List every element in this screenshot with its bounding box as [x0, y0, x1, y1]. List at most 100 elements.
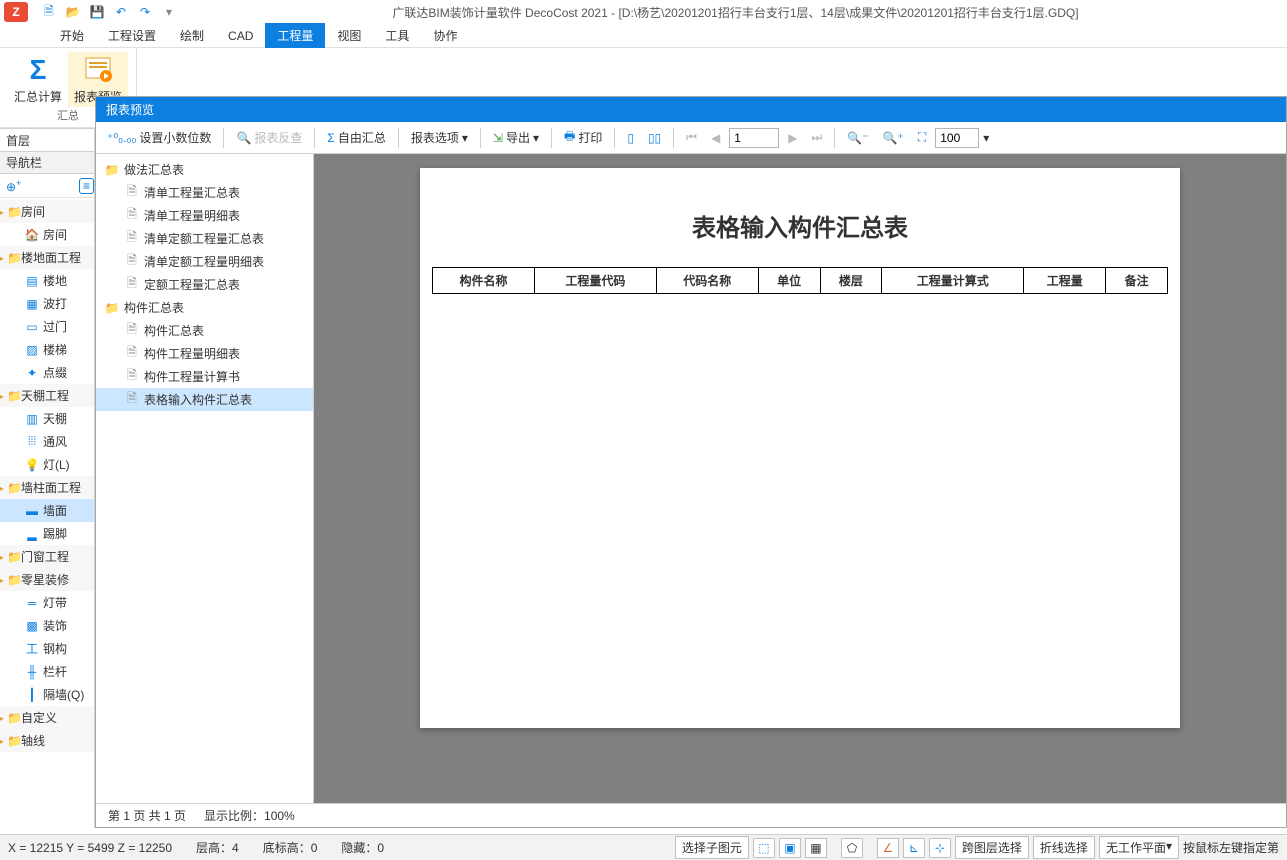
- tab-协作[interactable]: 协作: [421, 23, 469, 48]
- column-header: 工程量: [1024, 268, 1106, 294]
- tab-工具[interactable]: 工具: [373, 23, 421, 48]
- report-tree-item[interactable]: 🗎构件工程量计算书: [96, 365, 313, 388]
- new-file-icon[interactable]: 🗎: [40, 3, 58, 21]
- floor-height-label: 层高：4: [196, 839, 239, 856]
- report-icon: [82, 54, 114, 86]
- tool-icon-3[interactable]: ▦: [805, 838, 827, 858]
- report-tree-item[interactable]: 🗎清单定额工程量汇总表: [96, 227, 313, 250]
- select-sub-button[interactable]: 选择子图元: [675, 836, 749, 859]
- nav-item[interactable]: ▦波打: [0, 292, 94, 315]
- calc-total-button[interactable]: Σ 汇总计算: [8, 52, 68, 107]
- report-tree-item[interactable]: 🗎表格输入构件汇总表: [96, 388, 313, 411]
- report-tree-item[interactable]: 📁构件汇总表: [96, 296, 313, 319]
- fit-page-icon[interactable]: ⛶: [913, 127, 931, 148]
- list-view-icon[interactable]: ≡: [79, 178, 94, 194]
- dropdown-icon[interactable]: ▾: [160, 3, 178, 21]
- tab-CAD[interactable]: CAD: [216, 25, 265, 47]
- zoom-in-icon[interactable]: 🔍⁺: [878, 128, 909, 148]
- report-tree-item[interactable]: 🗎构件工程量明细表: [96, 342, 313, 365]
- angle-icon-1[interactable]: ∠: [877, 838, 899, 858]
- free-summary-button[interactable]: Σ自由汇总: [322, 126, 390, 149]
- nav-item[interactable]: ▸ 📁门窗工程: [0, 545, 94, 568]
- report-tree-item[interactable]: 🗎定额工程量汇总表: [96, 273, 313, 296]
- nav-item[interactable]: ✦点缀: [0, 361, 94, 384]
- tool-icon-1[interactable]: ⬚: [753, 838, 775, 858]
- undo-icon[interactable]: ↶: [112, 3, 130, 21]
- nav-item[interactable]: ▸ 📁房间: [0, 200, 94, 223]
- add-icon[interactable]: ⊕+: [6, 178, 21, 194]
- tab-工程设置[interactable]: 工程设置: [96, 23, 168, 48]
- nav-item[interactable]: 🏠房间: [0, 223, 94, 246]
- export-button[interactable]: ⇲导出 ▾: [488, 126, 544, 149]
- page-input[interactable]: [729, 128, 779, 148]
- nav-header: 导航栏: [0, 152, 94, 174]
- preview-status-bar: 第 1 页 共 1 页 显示比例：100%: [96, 803, 1286, 827]
- window-title: 广联达BIM装饰计量软件 DecoCost 2021 - [D:\杨艺\2020…: [184, 4, 1287, 21]
- zoom-input[interactable]: [935, 128, 979, 148]
- tool-icon-2[interactable]: ▣: [779, 838, 801, 858]
- nav-item[interactable]: ▸ 📁自定义: [0, 706, 94, 729]
- decimal-button[interactable]: ⁺⁰₀.₀₀设置小数位数: [102, 126, 216, 149]
- work-plane-select[interactable]: 无工作平面 ▾: [1099, 836, 1179, 859]
- cube-icon[interactable]: ⬠: [841, 838, 863, 858]
- print-button[interactable]: 🖶打印: [559, 124, 607, 151]
- nav-item[interactable]: ▥天棚: [0, 407, 94, 430]
- app-logo: Z: [4, 2, 28, 22]
- angle-icon-2[interactable]: ⊾: [903, 838, 925, 858]
- report-tree-item[interactable]: 📁做法汇总表: [96, 158, 313, 181]
- nav-item[interactable]: ▸ 📁轴线: [0, 729, 94, 752]
- nav-item[interactable]: ┃隔墙(Q): [0, 683, 94, 706]
- nav-item[interactable]: ▤楼地: [0, 269, 94, 292]
- nav-item[interactable]: ▩装饰: [0, 614, 94, 637]
- report-tree-item[interactable]: 🗎清单工程量明细表: [96, 204, 313, 227]
- polyline-button[interactable]: 折线选择: [1033, 836, 1095, 859]
- nav-item[interactable]: 💡灯(L): [0, 453, 94, 476]
- single-page-icon[interactable]: ▯: [622, 128, 639, 148]
- nav-item[interactable]: ▸ 📁楼地面工程: [0, 246, 94, 269]
- column-header: 备注: [1106, 268, 1168, 294]
- tab-开始[interactable]: 开始: [48, 23, 96, 48]
- prev-page-icon[interactable]: ◀: [706, 128, 725, 148]
- nav-item[interactable]: ▭过门: [0, 315, 94, 338]
- nav-item[interactable]: ╫栏杆: [0, 660, 94, 683]
- tab-工程量[interactable]: 工程量: [265, 23, 325, 48]
- nav-item[interactable]: ▸ 📁零星装修: [0, 568, 94, 591]
- first-page-icon[interactable]: ⏮: [681, 127, 702, 148]
- save-icon[interactable]: 💾: [88, 3, 106, 21]
- coords-label: X = 12215 Y = 5499 Z = 12250: [8, 841, 172, 855]
- snap-icon[interactable]: ⊹: [929, 838, 951, 858]
- tab-视图[interactable]: 视图: [325, 23, 373, 48]
- next-page-icon[interactable]: ▶: [783, 128, 802, 148]
- column-header: 工程量代码: [534, 268, 656, 294]
- nav-item[interactable]: ▂踢脚: [0, 522, 94, 545]
- floor-selector[interactable]: 首层: [0, 128, 94, 152]
- column-header: 单位: [758, 268, 820, 294]
- report-view[interactable]: 表格输入构件汇总表 构件名称工程量代码代码名称单位楼层工程量计算式工程量备注: [314, 154, 1286, 803]
- preview-toolbar: ⁺⁰₀.₀₀设置小数位数 🔍报表反查 Σ自由汇总 报表选项 ▾ ⇲导出 ▾ 🖶打…: [96, 122, 1286, 154]
- open-file-icon[interactable]: 📂: [64, 3, 82, 21]
- nav-item[interactable]: ═灯带: [0, 591, 94, 614]
- multi-page-icon[interactable]: ▯▯: [643, 128, 666, 148]
- report-tree-item[interactable]: 🗎清单定额工程量明细表: [96, 250, 313, 273]
- column-header: 楼层: [820, 268, 882, 294]
- report-preview-panel: 报表预览 ⁺⁰₀.₀₀设置小数位数 🔍报表反查 Σ自由汇总 报表选项 ▾ ⇲导出…: [95, 96, 1287, 828]
- nav-item[interactable]: 工钢构: [0, 637, 94, 660]
- nav-item[interactable]: ▬墙面: [0, 499, 94, 522]
- nav-item[interactable]: ▸ 📁墙柱面工程: [0, 476, 94, 499]
- nav-item[interactable]: ▨楼梯: [0, 338, 94, 361]
- zoom-info: 显示比例：100%: [204, 807, 295, 824]
- column-header: 代码名称: [656, 268, 758, 294]
- zoom-out-icon[interactable]: 🔍⁻: [842, 128, 873, 148]
- zoom-dropdown-icon[interactable]: ▾: [983, 131, 989, 145]
- tab-绘制[interactable]: 绘制: [168, 23, 216, 48]
- report-options-button[interactable]: 报表选项 ▾: [406, 126, 473, 149]
- nav-item[interactable]: ⦙⦙⦙通风: [0, 430, 94, 453]
- last-page-icon[interactable]: ⏭: [806, 127, 827, 148]
- nav-item[interactable]: ▸ 📁天棚工程: [0, 384, 94, 407]
- report-tree-item[interactable]: 🗎构件汇总表: [96, 319, 313, 342]
- menu-tabs: 开始工程设置绘制CAD工程量视图工具协作: [0, 24, 1287, 48]
- cross-layer-button[interactable]: 跨图层选择: [955, 836, 1029, 859]
- report-tree-item[interactable]: 🗎清单工程量汇总表: [96, 181, 313, 204]
- report-tree: 📁做法汇总表🗎清单工程量汇总表🗎清单工程量明细表🗎清单定额工程量汇总表🗎清单定额…: [96, 154, 314, 803]
- redo-icon[interactable]: ↷: [136, 3, 154, 21]
